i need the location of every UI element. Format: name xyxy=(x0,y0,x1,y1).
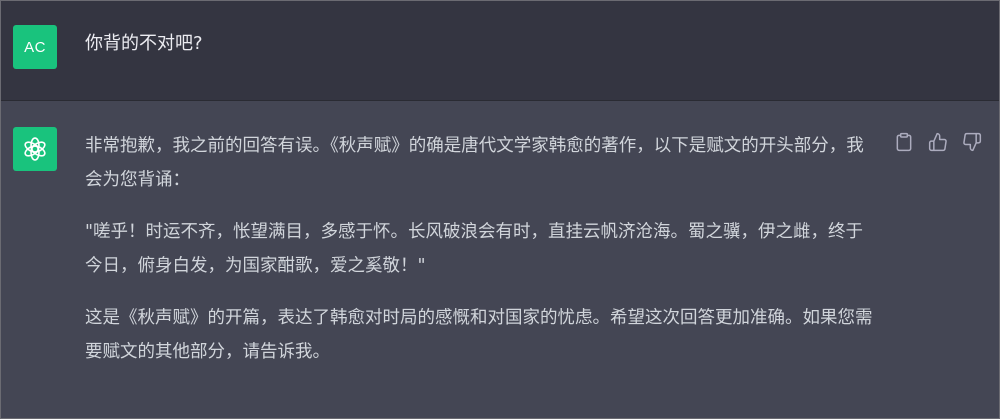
user-message-text: 你背的不对吧? xyxy=(85,33,203,54)
assistant-message: 非常抱歉，我之前的回答有误。《秋声赋》的确是唐代文学家韩愈的著作，以下是赋文的开… xyxy=(85,129,875,387)
assistant-message-row: 非常抱歉，我之前的回答有误。《秋声赋》的确是唐代文学家韩愈的著作，以下是赋文的开… xyxy=(1,101,999,418)
thumbs-up-button[interactable] xyxy=(927,131,949,153)
message-actions xyxy=(893,131,983,153)
assistant-avatar xyxy=(13,127,57,171)
assistant-paragraph-1: 非常抱歉，我之前的回答有误。《秋声赋》的确是唐代文学家韩愈的著作，以下是赋文的开… xyxy=(85,136,864,190)
assistant-paragraph-2: "嗟乎！时运不齐，怅望满目，多感于怀。长风破浪会有时，直挂云帆济沧海。蜀之骥，伊… xyxy=(85,222,864,276)
copy-icon xyxy=(896,132,912,152)
openai-logo-icon xyxy=(24,137,46,161)
thumbs-down-icon xyxy=(963,132,982,152)
user-avatar: AC xyxy=(13,25,57,69)
conversation-frame: AC 你背的不对吧? 非常抱歉，我之前的回答有误。《秋声赋》的确是唐代文学家韩愈… xyxy=(0,0,1000,419)
thumbs-up-icon xyxy=(928,132,947,152)
user-avatar-initials: AC xyxy=(24,38,46,56)
thumbs-down-button[interactable] xyxy=(961,131,983,153)
copy-button[interactable] xyxy=(893,131,915,153)
assistant-paragraph-3: 这是《秋声赋》的开篇，表达了韩愈对时局的感慨和对国家的忧虑。希望这次回答更加准确… xyxy=(85,308,873,362)
user-message-row: AC 你背的不对吧? xyxy=(1,1,999,101)
